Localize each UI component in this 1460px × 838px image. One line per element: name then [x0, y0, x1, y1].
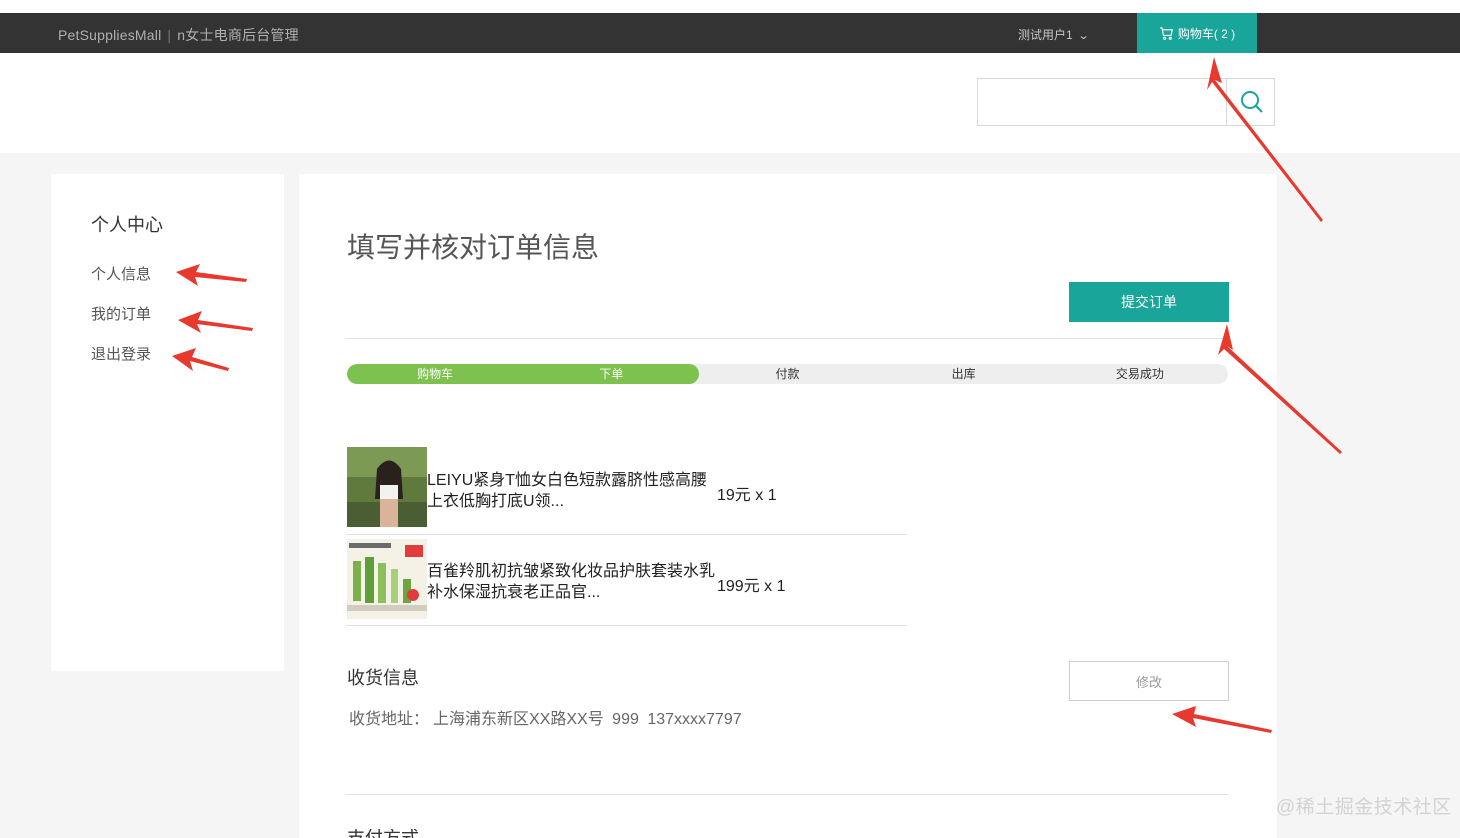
order-progress-bar: 购物车 下单 付款 出库 交易成功 [347, 364, 1228, 384]
progress-step: 交易成功 [1115, 367, 1164, 381]
submit-order-button[interactable]: 提交订单 [1069, 282, 1229, 322]
chevron-down-icon: ⌄ [1077, 30, 1090, 42]
main-panel: 填写并核对订单信息 提交订单 购物车 下单 付款 出库 交易成功 LEIYU紧身T恤女白… [299, 174, 1277, 838]
product-image[interactable] [347, 447, 427, 527]
user-name: 测试用户1 [1018, 28, 1073, 42]
brand-separator: | [167, 27, 172, 43]
payment-title: 支付方式 [347, 829, 419, 838]
sidebar-item-orders[interactable]: 我的订单 [91, 303, 151, 324]
divider [346, 338, 1228, 339]
watermark: @稀土掘金技术社区 [1276, 797, 1452, 818]
search-input[interactable] [978, 79, 1226, 125]
product-price: 199元 x 1 [717, 578, 786, 595]
shipping-address: 收货地址： 上海浦东新区XX路XX号 999 137xxxx7797 [349, 705, 742, 729]
search-box [977, 78, 1275, 126]
page-title: 填写并核对订单信息 [347, 232, 600, 263]
sidebar: 个人中心 个人信息 我的订单 退出登录 [51, 174, 284, 671]
top-navbar: PetSuppliesMall | n女士电商后台管理 测试用户1 ⌄ 购物车( 2 … [0, 13, 1460, 53]
product-price: 19元 x 1 [717, 487, 777, 504]
address-text: 上海浦东新区XX路XX号 [433, 711, 604, 728]
order-item: 百雀羚肌初抗皱紧致化妆品护肤套装水乳补水保湿抗衰老正品官... 199元 x 1 [346, 535, 907, 626]
cart-button[interactable]: 购物车( 2 ) [1137, 13, 1257, 53]
brand: PetSuppliesMall | n女士电商后台管理 [58, 25, 299, 45]
progress-step: 出库 [951, 367, 976, 381]
divider [346, 794, 1228, 795]
progress-step: 购物车 [417, 367, 454, 381]
sidebar-item-logout[interactable]: 退出登录 [91, 343, 151, 364]
top-white-strip [0, 0, 1460, 13]
sidebar-title: 个人中心 [91, 215, 163, 235]
search-icon [1240, 91, 1263, 113]
progress-step: 下单 [599, 367, 624, 381]
progress-fill [347, 364, 700, 384]
sidebar-item-profile[interactable]: 个人信息 [91, 263, 151, 284]
brand-logo-text[interactable]: PetSuppliesMall [58, 27, 161, 43]
search-button[interactable] [1226, 78, 1276, 126]
order-item: LEIYU紧身T恤女白色短款露脐性感高腰上衣低胸打底U领... 19元 x 1 [346, 447, 907, 535]
product-image[interactable] [347, 539, 427, 619]
address-label: 收货地址： [349, 711, 430, 728]
cart-icon [1159, 26, 1173, 40]
header-area [0, 53, 1460, 153]
edit-address-button[interactable]: 修改 [1069, 661, 1229, 701]
progress-step: 付款 [775, 367, 800, 381]
product-name[interactable]: 百雀羚肌初抗皱紧致化妆品护肤套装水乳补水保湿抗衰老正品官... [427, 561, 717, 603]
recipient-phone: 137xxxx7797 [647, 711, 742, 728]
user-menu[interactable]: 测试用户1 ⌄ [1018, 26, 1090, 43]
product-name[interactable]: LEIYU紧身T恤女白色短款露脐性感高腰上衣低胸打底U领... [427, 470, 717, 512]
recipient-name: 999 [612, 711, 639, 728]
cart-label: 购物车( 2 ) [1177, 26, 1236, 41]
admin-link[interactable]: n女士电商后台管理 [177, 27, 299, 43]
shipping-title: 收货信息 [347, 668, 419, 688]
